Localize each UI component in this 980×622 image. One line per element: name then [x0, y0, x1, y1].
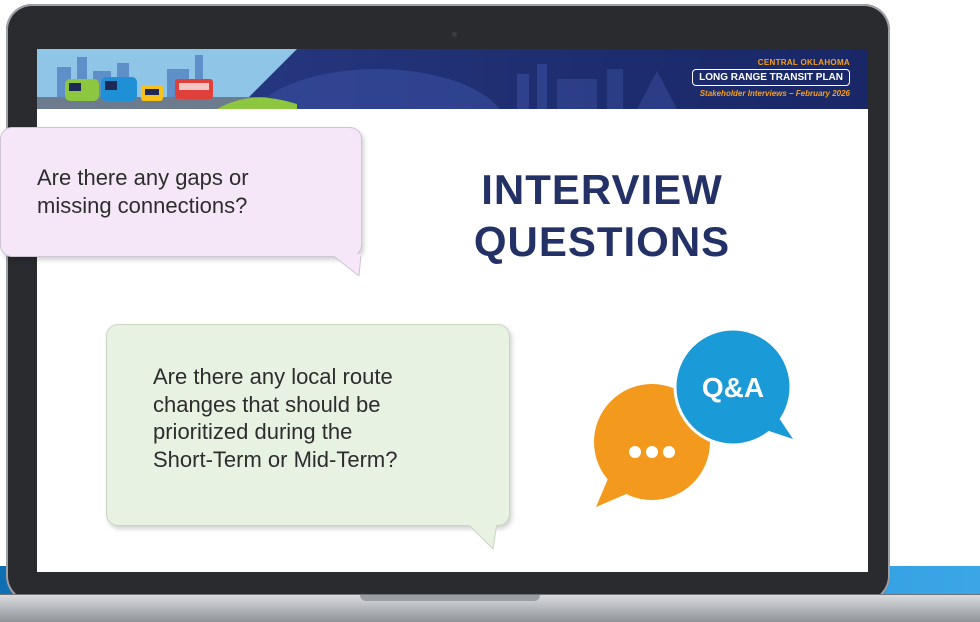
question-bubble-gaps: Are there any gaps or missing connection…: [0, 127, 362, 276]
bubble-tail: [467, 523, 497, 549]
heading-line: INTERVIEW: [481, 166, 723, 213]
chat-bubbles-qa-icon: Q&A: [594, 329, 793, 507]
question-line: prioritized during the: [153, 419, 353, 444]
question-line: Are there any local route: [153, 364, 393, 389]
qa-label: Q&A: [702, 372, 764, 403]
question-line: missing connections?: [37, 192, 248, 218]
webcam-icon: [452, 32, 457, 37]
question-line: Short-Term or Mid-Term?: [153, 446, 398, 472]
plan-title-block: CENTRAL OKLAHOMA LONG RANGE TRANSIT PLAN…: [692, 58, 850, 98]
slide-banner: CENTRAL OKLAHOMA LONG RANGE TRANSIT PLAN…: [37, 49, 868, 109]
laptop-base: [0, 594, 980, 622]
bubble-tail: [331, 254, 361, 276]
plan-subtitle: Stakeholder Interviews – February 2026: [699, 89, 850, 98]
slide-heading: INTERVIEW QUESTIONS: [402, 164, 802, 268]
question-bubble-route-changes: Are there any local route changes that s…: [106, 324, 510, 549]
laptop-base-notch: [360, 595, 540, 601]
question-line: Are there any gaps or: [37, 165, 249, 190]
laptop-frame: CENTRAL OKLAHOMA LONG RANGE TRANSIT PLAN…: [6, 4, 890, 602]
org-name: CENTRAL OKLAHOMA: [757, 58, 850, 67]
question-line: changes that should be: [153, 391, 381, 417]
dot: [663, 446, 675, 458]
plan-title: LONG RANGE TRANSIT PLAN: [692, 69, 850, 86]
heading-line: QUESTIONS: [473, 218, 731, 266]
dot: [629, 446, 641, 458]
dot: [646, 446, 658, 458]
